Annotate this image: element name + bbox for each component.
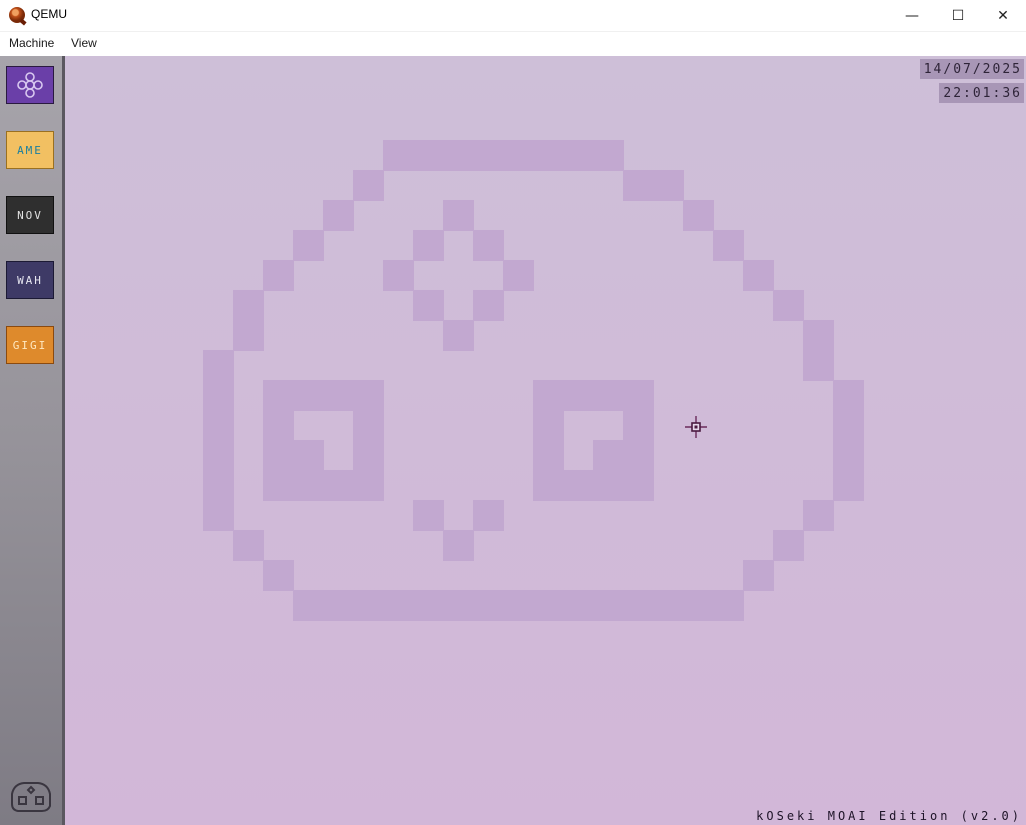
menu-machine[interactable]: Machine xyxy=(9,36,54,50)
vm-display[interactable]: AME NOV WAH GIGI 14/07/2025 22:01:36 kOS… xyxy=(0,56,1026,825)
window-title: QEMU xyxy=(31,7,67,21)
ame-button-label: AME xyxy=(17,143,43,157)
moai-face-icon[interactable] xyxy=(8,780,54,814)
close-icon: ✕ xyxy=(997,7,1009,24)
crosshair-cursor-icon xyxy=(685,416,707,438)
title-bar: QEMU — ☐ ✕ xyxy=(0,0,1026,32)
menu-bar: Machine View xyxy=(0,32,1026,55)
time-display: 22:01:36 xyxy=(939,83,1024,103)
nov-button-label: NOV xyxy=(17,208,43,222)
minimize-button[interactable]: — xyxy=(889,0,935,31)
qemu-logo-icon xyxy=(9,7,25,23)
vm-sidebar: AME NOV WAH GIGI xyxy=(0,56,65,825)
maximize-icon: ☐ xyxy=(951,7,965,24)
close-button[interactable]: ✕ xyxy=(980,0,1026,31)
gigi-button-label: GIGI xyxy=(12,338,48,352)
gigi-button[interactable]: GIGI xyxy=(6,326,54,364)
flower-gear-icon xyxy=(17,72,43,98)
wah-button-label: WAH xyxy=(17,273,43,287)
menu-view[interactable]: View xyxy=(71,36,97,50)
moai-face-artwork xyxy=(203,140,864,621)
maximize-button[interactable]: ☐ xyxy=(935,0,981,31)
minimize-icon: — xyxy=(905,7,919,24)
settings-button[interactable] xyxy=(6,66,54,104)
edition-footer: kOSeki MOAI Edition (v2.0) xyxy=(756,809,1022,823)
time-text: 22:01:36 xyxy=(943,85,1022,101)
ame-button[interactable]: AME xyxy=(6,131,54,169)
wah-button[interactable]: WAH xyxy=(6,261,54,299)
date-display: 14/07/2025 xyxy=(919,59,1024,79)
nov-button[interactable]: NOV xyxy=(6,196,54,234)
date-text: 14/07/2025 xyxy=(923,61,1022,77)
